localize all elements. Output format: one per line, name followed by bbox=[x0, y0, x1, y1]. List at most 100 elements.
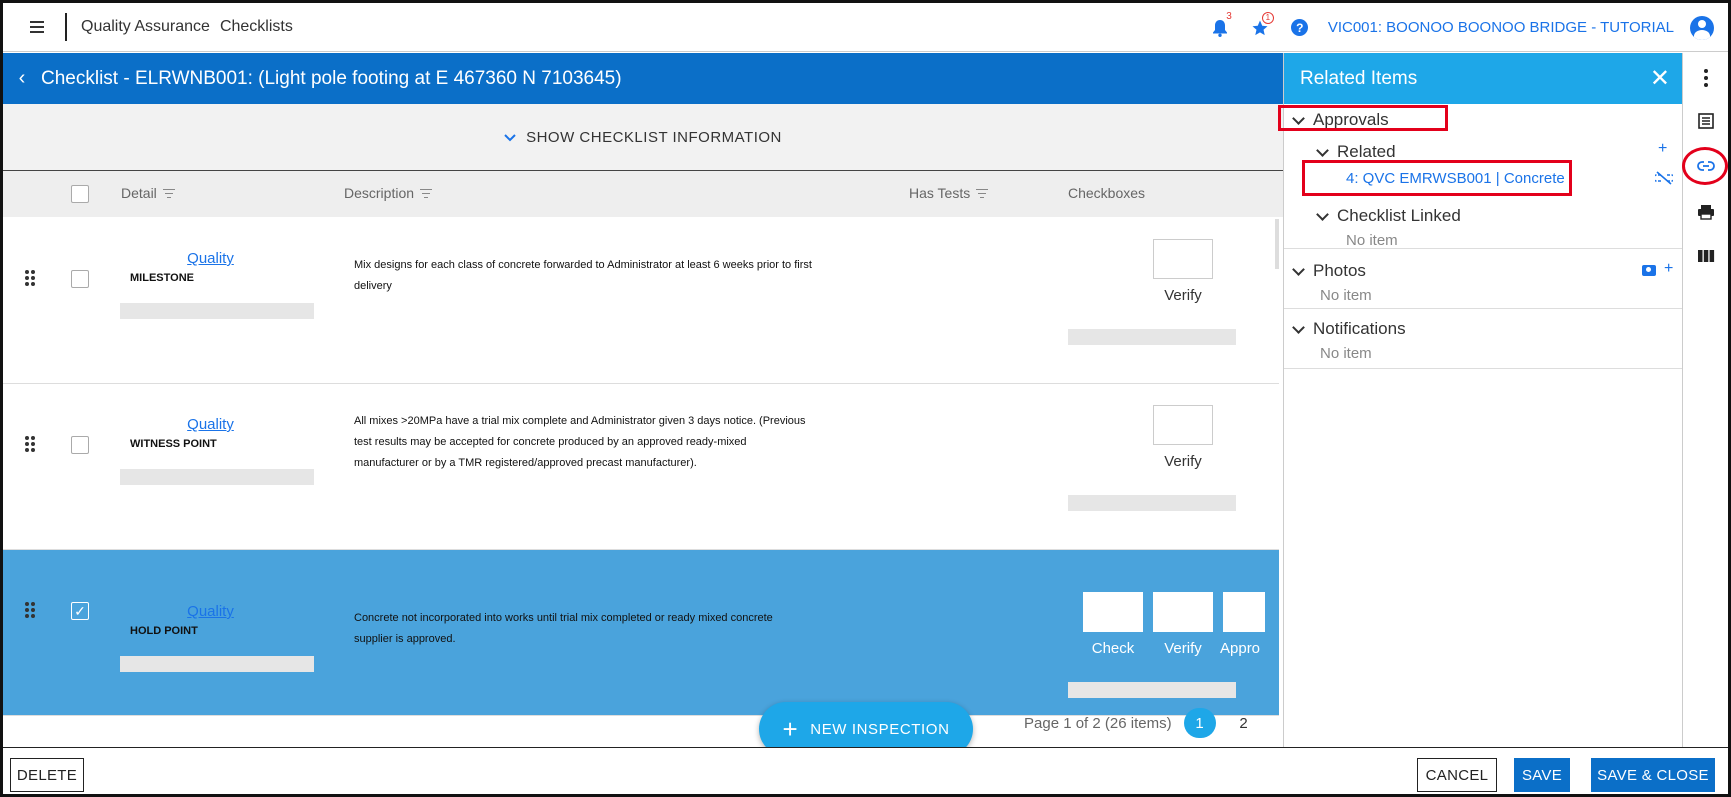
checklist-main: ‹ Checklist - ELRWNB001: (Light pole foo… bbox=[3, 53, 1283, 747]
approve-checkbox[interactable] bbox=[1223, 592, 1265, 632]
highlight-circle bbox=[1682, 147, 1728, 185]
camera-icon[interactable] bbox=[1642, 265, 1656, 276]
app-title: Quality Assurance bbox=[81, 18, 210, 35]
user-avatar-icon[interactable] bbox=[1690, 15, 1714, 40]
drag-handle-icon[interactable] bbox=[25, 436, 35, 452]
checklist-linked-toggle[interactable]: Checklist Linked bbox=[1314, 206, 1461, 226]
add-photo-icon[interactable]: + bbox=[1664, 260, 1673, 278]
top-bar: Quality Assurance Checklists 3 1 ? VIC00… bbox=[3, 3, 1728, 52]
footer-bar: DELETE CANCEL SAVE SAVE & CLOSE bbox=[3, 747, 1728, 794]
related-items-panel: Related Items ✕ Approvals Related + 4: Q… bbox=[1278, 53, 1683, 747]
page-2-button[interactable]: 2 bbox=[1228, 708, 1260, 738]
row-checkbox[interactable] bbox=[71, 436, 89, 454]
chevron-down-icon bbox=[1316, 143, 1329, 157]
column-detail[interactable]: Detail bbox=[121, 185, 175, 201]
approve-label: Appro bbox=[1220, 640, 1261, 657]
page-1-button[interactable]: 1 bbox=[1183, 708, 1216, 738]
notifications-bell-icon[interactable]: 3 bbox=[1200, 8, 1240, 48]
checkbox-placeholder-bar bbox=[1068, 329, 1236, 345]
row-checkbox-checked[interactable]: ✓ bbox=[71, 602, 89, 620]
column-has-tests[interactable]: Has Tests bbox=[909, 185, 989, 201]
print-icon[interactable] bbox=[1683, 195, 1728, 229]
more-options-icon[interactable] bbox=[1683, 61, 1728, 95]
show-checklist-info-label: SHOW CHECKLIST INFORMATION bbox=[526, 128, 782, 146]
highlight-box bbox=[1278, 105, 1448, 131]
drag-handle-icon[interactable] bbox=[25, 602, 35, 618]
close-icon[interactable]: ✕ bbox=[1650, 64, 1670, 93]
favorites-star-icon[interactable]: 1 bbox=[1240, 8, 1280, 48]
row-description: Mix designs for each class of concrete f… bbox=[354, 259, 812, 292]
column-description[interactable]: Description bbox=[344, 185, 433, 201]
drag-handle-icon[interactable] bbox=[25, 270, 35, 286]
verify-checkbox[interactable] bbox=[1153, 239, 1213, 279]
table-header: Detail Description Has Tests Checkboxes bbox=[3, 171, 1283, 217]
checklist-linked-empty: No item bbox=[1346, 232, 1398, 249]
quality-link[interactable]: Quality bbox=[108, 250, 313, 267]
columns-icon[interactable] bbox=[1683, 239, 1728, 273]
notification-count-badge: 3 bbox=[1226, 10, 1232, 22]
table-row[interactable]: Quality WITNESS POINT All mixes >20MPa h… bbox=[3, 384, 1279, 550]
related-toggle[interactable]: Related bbox=[1314, 142, 1396, 162]
column-description-label: Description bbox=[344, 185, 415, 201]
checkbox-placeholder-bar bbox=[1068, 682, 1236, 698]
checklist-title: Checklist - ELRWNB001: (Light pole footi… bbox=[41, 67, 622, 89]
point-type: HOLD POINT bbox=[130, 625, 198, 637]
chevron-down-icon bbox=[1292, 320, 1305, 334]
notifications-label: Notifications bbox=[1313, 319, 1406, 338]
check-label: Check bbox=[1091, 640, 1135, 657]
show-checklist-info-toggle[interactable]: SHOW CHECKLIST INFORMATION bbox=[3, 104, 1283, 171]
column-detail-label: Detail bbox=[121, 185, 157, 201]
menu-icon[interactable] bbox=[17, 7, 57, 47]
quality-link[interactable]: Quality bbox=[108, 603, 313, 620]
column-has-tests-label: Has Tests bbox=[909, 185, 971, 201]
photos-empty: No item bbox=[1320, 287, 1372, 304]
cancel-button[interactable]: CANCEL bbox=[1417, 758, 1497, 792]
table-row-selected[interactable]: ✓ Quality HOLD POINT Concrete not incorp… bbox=[3, 550, 1279, 716]
back-chevron-icon[interactable]: ‹ bbox=[7, 67, 37, 90]
save-button[interactable]: SAVE bbox=[1514, 758, 1570, 792]
project-selector[interactable]: VIC001: BOONOO BOONOO BRIDGE - TUTORIAL bbox=[1328, 19, 1674, 36]
new-inspection-label: NEW INSPECTION bbox=[810, 720, 950, 738]
column-checkboxes: Checkboxes bbox=[1068, 185, 1145, 201]
column-checkboxes-label: Checkboxes bbox=[1068, 185, 1146, 201]
filter-icon[interactable] bbox=[976, 188, 989, 198]
chevron-down-icon bbox=[1292, 262, 1305, 276]
check-checkbox[interactable] bbox=[1083, 592, 1143, 632]
verify-checkbox[interactable] bbox=[1153, 405, 1213, 445]
detail-placeholder-bar bbox=[120, 469, 314, 485]
point-type: WITNESS POINT bbox=[130, 438, 217, 450]
filter-icon[interactable] bbox=[162, 188, 175, 198]
row-description: Concrete not incorporated into works unt… bbox=[354, 612, 773, 645]
photos-section: Photos + No item bbox=[1284, 249, 1682, 309]
save-close-button[interactable]: SAVE & CLOSE bbox=[1591, 758, 1715, 792]
help-icon[interactable]: ? bbox=[1280, 8, 1320, 48]
checklist-linked-label: Checklist Linked bbox=[1337, 206, 1461, 225]
photos-label: Photos bbox=[1313, 261, 1366, 280]
filter-icon[interactable] bbox=[420, 188, 433, 198]
row-checkbox[interactable] bbox=[71, 270, 89, 288]
checkbox-placeholder-bar bbox=[1068, 495, 1236, 511]
verify-checkbox[interactable] bbox=[1153, 592, 1213, 632]
select-all-checkbox[interactable] bbox=[71, 185, 89, 203]
related-items-title: Related Items bbox=[1300, 67, 1418, 89]
photos-toggle[interactable]: Photos bbox=[1290, 261, 1366, 281]
verify-label: Verify bbox=[1164, 287, 1202, 304]
list-details-icon[interactable] bbox=[1683, 104, 1728, 138]
help-glyph: ? bbox=[1291, 19, 1309, 36]
section-title[interactable]: Checklists bbox=[220, 18, 293, 36]
scrollbar[interactable] bbox=[1275, 219, 1279, 269]
pagination: Page 1 of 2 (26 items) 1 2 bbox=[1024, 708, 1260, 738]
notifications-toggle[interactable]: Notifications bbox=[1290, 319, 1406, 339]
divider bbox=[65, 13, 67, 41]
quality-link[interactable]: Quality bbox=[108, 416, 313, 433]
delete-button[interactable]: DELETE bbox=[10, 758, 84, 792]
highlight-box bbox=[1302, 160, 1572, 196]
related-label: Related bbox=[1337, 142, 1396, 161]
table-row[interactable]: Quality MILESTONE Mix designs for each c… bbox=[3, 218, 1279, 384]
notifications-section: Notifications No item bbox=[1284, 309, 1682, 369]
add-related-icon[interactable]: + bbox=[1658, 140, 1667, 158]
pagination-summary: Page 1 of 2 (26 items) bbox=[1024, 714, 1172, 732]
unlink-icon[interactable] bbox=[1652, 171, 1676, 190]
notifications-empty: No item bbox=[1320, 345, 1372, 362]
chevron-down-icon bbox=[504, 129, 516, 145]
